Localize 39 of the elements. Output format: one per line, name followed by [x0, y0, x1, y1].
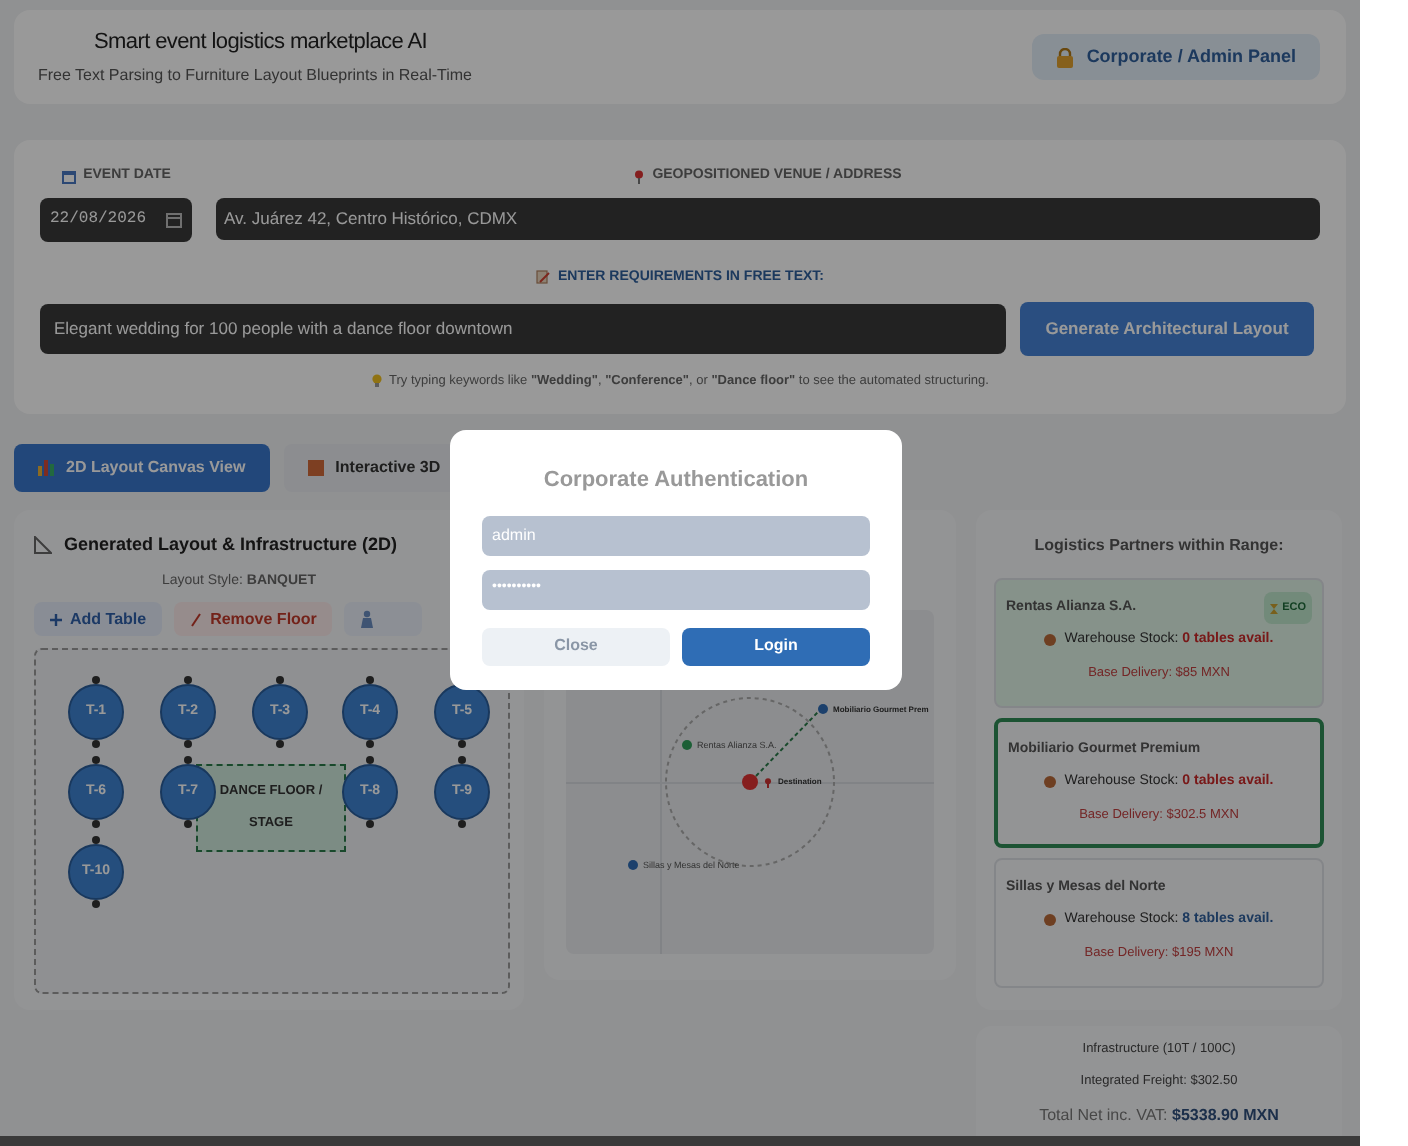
- venue-field[interactable]: Av. Juárez 42, Centro Histórico, CDMX: [216, 197, 1320, 239]
- view-tab[interactable]: 2D Layout Canvas View: [14, 444, 270, 492]
- partner-marker[interactable]: [627, 860, 637, 871]
- admin-panel-button[interactable]: Corporate / Admin Panel: [1032, 34, 1320, 80]
- pin-icon: [764, 777, 772, 787]
- total-text: Total Net inc. VAT: $5338.90 MXN: [1039, 1103, 1279, 1127]
- slash-icon: [190, 611, 203, 627]
- route-line: [755, 711, 819, 777]
- login-button[interactable]: Login: [682, 627, 870, 665]
- destination-marker[interactable]: [742, 774, 758, 790]
- layout-panel-title: Generated Layout & Infrastructure (2D): [64, 532, 398, 558]
- date-field[interactable]: 22/08/2026: [40, 197, 192, 241]
- calendar-icon[interactable]: [166, 211, 182, 227]
- generate-layout-button[interactable]: Generate Architectural Layout: [1020, 302, 1314, 356]
- app-subtitle: Free Text Parsing to Furniture Layout Blueprints in Real-Time: [38, 64, 472, 89]
- add-table-button[interactable]: Add Table: [34, 602, 163, 636]
- bar-chart-icon: [38, 460, 54, 476]
- requirements-field[interactable]: Elegant wedding for 100 people with a dance floor downtown: [40, 304, 1006, 354]
- username-field[interactable]: admin: [482, 515, 870, 555]
- partner-marker[interactable]: [681, 740, 691, 751]
- box-icon: [1044, 914, 1057, 927]
- lock-icon: [1056, 47, 1075, 67]
- ruler-triangle-icon: [34, 536, 52, 555]
- cube-icon: [307, 460, 324, 476]
- lightbulb-icon: [371, 374, 382, 389]
- remove-floor-button[interactable]: Remove Floor: [174, 602, 333, 636]
- pin-icon: [634, 169, 645, 184]
- box-icon: [1044, 776, 1057, 789]
- partners-title: Logistics Partners within Range:: [1034, 534, 1284, 558]
- box-icon: [1044, 634, 1057, 647]
- modal-title: Corporate Authentication: [543, 466, 809, 496]
- memo-icon: [535, 270, 550, 285]
- calendar-icon: [61, 169, 76, 184]
- partner-marker[interactable]: [817, 704, 827, 714]
- figure-button[interactable]: [344, 602, 423, 636]
- app-title: Smart event logistics marketplace AI: [94, 27, 429, 58]
- plus-icon: [50, 613, 62, 625]
- person-icon: [360, 610, 375, 628]
- close-button[interactable]: Close: [482, 627, 670, 665]
